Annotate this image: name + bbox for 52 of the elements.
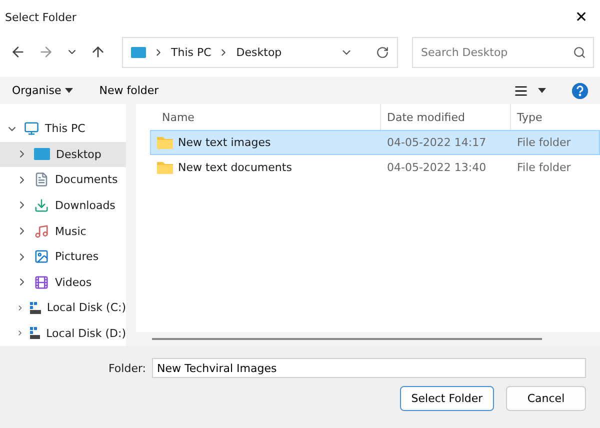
- refresh-icon[interactable]: [376, 46, 389, 58]
- disk-icon: [30, 327, 40, 340]
- column-header[interactable]: Name: [150, 104, 380, 130]
- breadcrumb[interactable]: This PC: [171, 46, 212, 58]
- sidebar-item[interactable]: Music: [0, 218, 126, 244]
- forward-icon[interactable]: [38, 44, 54, 60]
- folder-icon: [157, 136, 173, 149]
- breadcrumb[interactable]: Desktop: [236, 46, 282, 58]
- sidebar-item[interactable]: Local Disk (C:): [0, 294, 126, 320]
- folder-input[interactable]: New Techviral Images: [152, 358, 586, 378]
- monitor-icon: [24, 121, 39, 136]
- sidebar-item[interactable]: Desktop: [0, 142, 126, 168]
- film-icon: [34, 274, 49, 290]
- name-cell: New text images: [151, 136, 381, 149]
- disk-icon: [30, 302, 41, 314]
- desktop-icon: [34, 148, 50, 160]
- search-icon: [573, 46, 586, 58]
- window-title: Select Folder: [5, 10, 76, 24]
- new-folder-button[interactable]: New folder: [99, 84, 159, 97]
- cancel-button[interactable]: Cancel: [506, 386, 586, 411]
- caret-icon: [538, 88, 546, 93]
- scrollbar-thumb[interactable]: [152, 338, 542, 340]
- caret-icon: [65, 88, 74, 93]
- close-button[interactable]: ✕: [569, 6, 594, 28]
- sidebar-item[interactable]: Pictures: [0, 244, 126, 270]
- desktop-icon: [131, 46, 146, 58]
- date-cell-text: 04-05-2022 13:40: [386, 161, 488, 174]
- date-cell-text: 04-05-2022 14:17: [386, 136, 488, 149]
- picture-icon: [34, 249, 49, 264]
- sidebar-item[interactable]: Videos: [0, 269, 126, 295]
- document-icon: [34, 172, 49, 188]
- folder-label: Folder:: [108, 362, 146, 374]
- sidebar-item[interactable]: This PC: [0, 116, 126, 142]
- folder-icon: [157, 161, 173, 174]
- address-bar[interactable]: This PC Desktop: [122, 36, 398, 68]
- name-cell: New text documents: [151, 161, 381, 174]
- help-icon[interactable]: [572, 82, 588, 98]
- download-icon: [34, 198, 49, 213]
- list-view-icon: [514, 84, 528, 98]
- select-folder-button[interactable]: Select Folder: [400, 386, 494, 411]
- file-row[interactable]: New text images 04-05-2022 14:17 File folder: [150, 130, 600, 155]
- file-row[interactable]: New text documents 04-05-2022 13:40 File folder: [150, 155, 600, 180]
- sidebar-item[interactable]: Documents: [0, 167, 126, 193]
- type-cell-text: File folder: [516, 136, 572, 149]
- back-icon[interactable]: [10, 44, 26, 60]
- sidebar-item[interactable]: Downloads: [0, 192, 126, 218]
- sidebar-item[interactable]: Local Disk (D:): [0, 320, 126, 346]
- search-field[interactable]: Search Desktop: [412, 36, 594, 68]
- view-button[interactable]: [514, 84, 546, 98]
- music-icon: [34, 224, 49, 239]
- organise-button[interactable]: Organise: [12, 84, 74, 97]
- type-cell-text: File folder: [516, 161, 572, 174]
